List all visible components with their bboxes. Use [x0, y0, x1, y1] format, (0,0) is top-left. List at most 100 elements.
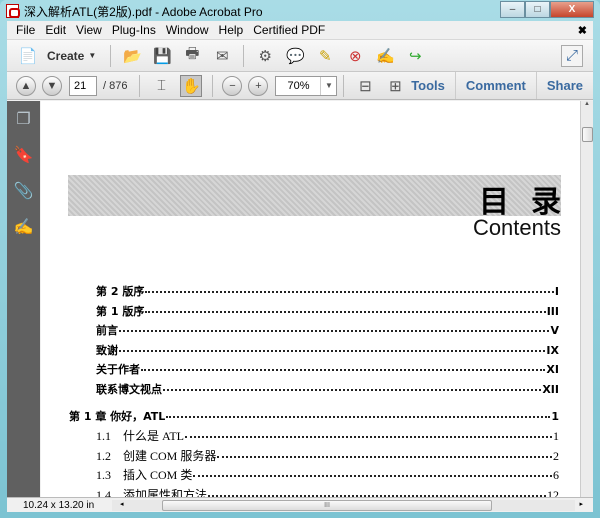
delete-page-icon[interactable]: ⊗ [344, 45, 366, 67]
toc-title: 什么是 ATL [123, 429, 184, 444]
next-page-icon[interactable]: ▼ [42, 75, 62, 96]
create-pdf-icon: 📄 [18, 47, 38, 65]
chevron-down-icon: ▼ [88, 51, 97, 60]
table-of-contents: 第 2 版序 I 第 1 版序 III 前言 V 致谢 IX 关于作者 XI 联系博文视点 XII 第 … [69, 283, 559, 497]
toc-entry[interactable]: 1.3 插入 COM 类 6 [69, 466, 559, 486]
dot-leader [217, 455, 552, 458]
chevron-down-icon: ▼ [320, 76, 336, 95]
section-number: 1.3 [96, 468, 111, 483]
toc-label: 关于作者 [96, 361, 140, 377]
vertical-scrollbar[interactable]: ▲ [580, 101, 593, 497]
menu-edit[interactable]: Edit [40, 23, 71, 37]
toc-entry[interactable]: 第 1 版序 III [69, 303, 559, 323]
bookmark-icon[interactable]: 🔖 [7, 137, 40, 173]
toc-entry[interactable]: 联系博文视点 XII [69, 381, 559, 401]
toc-title: 联系博文视点 [96, 382, 162, 396]
toc-page: 2 [553, 448, 559, 463]
toc-entry[interactable]: 1.2 创建 COM 服务器 2 [69, 447, 559, 467]
expand-icon[interactable]: ⤢ [561, 44, 583, 67]
title-bar: 深入解析ATL(第2版).pdf - Adobe Acrobat Pro [6, 3, 263, 19]
section-number: 1.2 [96, 448, 111, 463]
dot-leader [141, 369, 546, 372]
tab-comment[interactable]: Comment [454, 72, 536, 99]
menu-certified-pdf[interactable]: Certified PDF [248, 23, 330, 37]
page-number-input[interactable]: 21 [69, 75, 97, 96]
minimize-button[interactable]: – [500, 1, 525, 18]
page-thumbnails-icon[interactable]: ❐ [7, 101, 40, 137]
horizontal-scroll-thumb[interactable]: III [162, 500, 492, 511]
heading-en: Contents [472, 215, 561, 240]
signature-icon[interactable]: ✍ [7, 209, 40, 245]
previous-page-icon[interactable]: ▲ [16, 75, 36, 96]
toc-entry[interactable]: 1.4 添加属性和方法 12 [69, 486, 559, 497]
fit-page-icon[interactable]: ⊟ [354, 75, 376, 97]
dot-leader [185, 436, 552, 439]
toc-label: 第 2 版序 [96, 283, 144, 299]
toc-entry[interactable]: 第 1 章 你好，ATL 1 [69, 408, 559, 428]
comment-icon[interactable]: 💬 [284, 45, 306, 67]
section-number: 1.1 [96, 429, 111, 444]
email-icon[interactable]: ✉ [211, 45, 233, 67]
toc-page: 12 [547, 487, 559, 497]
dot-leader [119, 349, 546, 352]
scroll-right-icon[interactable]: ▸ [579, 500, 583, 508]
toc-title: 添加属性和方法 [123, 487, 208, 497]
toc-title: 第 2 版序 [96, 285, 145, 298]
toc-title: 第 1 版序 [96, 304, 145, 318]
toc-entry[interactable]: 1.1 什么是 ATL 1 [69, 427, 559, 447]
toc-title: 创建 COM 服务器 [123, 448, 217, 463]
sign-document-icon[interactable]: ✍ [374, 45, 396, 67]
navigation-toolbar: ▲ ▼ 21 / 876 ⌶ ✋ − + 70% ▼ ⊟ ⊞ Tools Comm… [7, 72, 593, 100]
toc-label: 第 1 章 你好，ATL [69, 408, 165, 424]
toc-entry[interactable]: 关于作者 XI [69, 361, 559, 381]
page-size: 10.24 x 13.20 in [23, 499, 95, 511]
toc-title: 前言 [96, 324, 118, 338]
vertical-scroll-thumb[interactable] [582, 127, 593, 142]
toc-entry[interactable]: 致谢 IX [69, 342, 559, 362]
toc-page: XI [546, 363, 559, 377]
toc-label: 1.3 插入 COM 类 [96, 466, 192, 483]
zoom-in-icon[interactable]: + [248, 75, 269, 96]
toc-entry[interactable]: 第 2 版序 I [69, 283, 559, 303]
toc-label: 前言 [96, 322, 118, 338]
scroll-up-icon[interactable]: ▲ [581, 101, 593, 107]
tab-share[interactable]: Share [535, 72, 593, 99]
toc-label: 联系博文视点 [96, 381, 162, 397]
menu-file[interactable]: File [11, 23, 40, 37]
select-tool-icon[interactable]: ⌶ [150, 75, 172, 97]
dot-leader [145, 310, 546, 313]
gear-icon[interactable]: ⚙ [254, 45, 276, 67]
toc-title: 插入 COM 类 [123, 468, 193, 483]
section-number: 1.4 [96, 487, 111, 497]
print-icon[interactable]: 🖶 [181, 45, 203, 67]
toc-page: IX [546, 343, 559, 357]
save-icon[interactable]: 💾 [151, 45, 173, 67]
export-document-icon[interactable]: ↪ [404, 45, 426, 67]
highlight-text-icon[interactable]: ✎ [314, 45, 336, 67]
attachment-icon[interactable]: 📎 [7, 173, 40, 209]
close-document-icon[interactable]: ✖ [578, 24, 587, 37]
zoom-select[interactable]: 70% ▼ [275, 75, 338, 96]
hand-tool-icon[interactable]: ✋ [180, 74, 203, 97]
menu-help[interactable]: Help [214, 23, 249, 37]
dot-leader [166, 415, 551, 418]
dot-leader [163, 388, 542, 391]
navigation-pane: ❐ 🔖 📎 ✍ [7, 101, 40, 498]
zoom-out-icon[interactable]: − [222, 75, 243, 96]
tab-tools[interactable]: Tools [401, 72, 455, 99]
toc-entry[interactable]: 前言 V [69, 322, 559, 342]
close-button[interactable]: X [550, 1, 594, 18]
status-bar: 10.24 x 13.20 in ◂ III ▸ [7, 497, 593, 512]
toc-page: XII [542, 382, 559, 396]
menu-view[interactable]: View [71, 23, 107, 37]
toc-label: 1.4 添加属性和方法 [96, 486, 207, 497]
menu-plugins[interactable]: Plug-Ins [107, 23, 161, 37]
scroll-left-icon[interactable]: ◂ [120, 500, 124, 508]
create-button[interactable]: 📄 Create ▼ [13, 45, 97, 67]
menu-bar: File Edit View Plug-Ins Window Help Cert… [7, 21, 593, 40]
horizontal-scrollbar[interactable]: ◂ III ▸ [112, 500, 583, 511]
open-folder-icon[interactable]: 📂 [121, 45, 143, 67]
menu-window[interactable]: Window [161, 23, 214, 37]
maximize-button[interactable]: □ [525, 1, 550, 18]
dot-leader [119, 330, 550, 333]
